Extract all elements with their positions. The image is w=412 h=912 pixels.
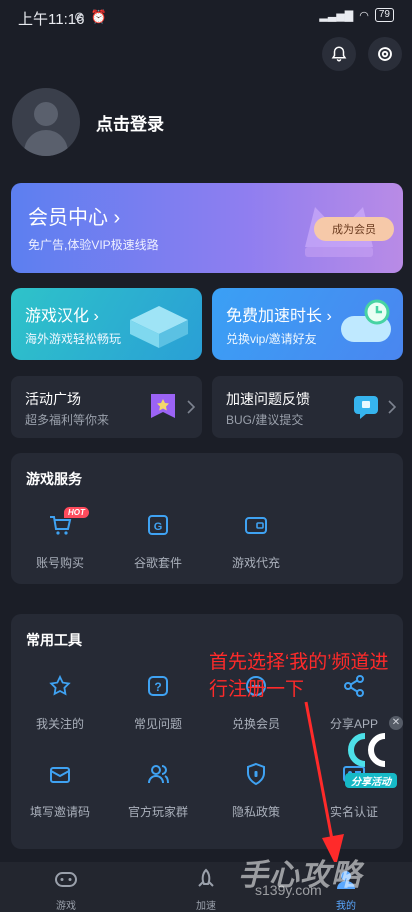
tab-accelerate[interactable]: 加速 — [176, 868, 236, 912]
item-label: 兑换会员 — [231, 717, 280, 731]
vip-title: 会员中心 › — [28, 207, 121, 229]
site-watermark-url: s139y.com — [255, 882, 322, 898]
chevron-right-icon — [388, 400, 396, 414]
following-item[interactable]: 我关注的 — [20, 674, 100, 732]
feedback-chat-icon — [354, 396, 378, 419]
item-label: 账号购买 — [35, 556, 84, 570]
item-label: 游戏代充 — [231, 556, 280, 570]
login-link[interactable]: 点击登录 — [96, 110, 164, 135]
group-icon — [148, 765, 169, 784]
privacy-policy-item[interactable]: 隐私政策 — [216, 762, 296, 820]
share-activity-floating-button[interactable]: 分享活动 — [345, 730, 397, 788]
card-subtitle: BUG/建议提交 — [226, 413, 304, 427]
share-activity-label: 分享活动 — [345, 773, 397, 788]
svg-text:?: ? — [154, 680, 161, 694]
tab-label: 加速 — [196, 901, 216, 912]
status-left-icons: ⊘ ⏰ — [74, 9, 107, 25]
item-label: 隐私政策 — [231, 805, 280, 819]
profile-header[interactable]: 点击登录 — [12, 88, 164, 156]
card-subtitle: 兑换vip/邀请好友 — [226, 332, 317, 346]
platform-cube-icon — [130, 306, 188, 348]
settings-icon — [378, 47, 392, 61]
gamepad-icon — [55, 872, 77, 887]
star-icon — [49, 674, 71, 696]
google-suite-item[interactable]: G 谷歌套件 — [118, 513, 198, 571]
ribbon-badge-icon — [151, 394, 175, 418]
account-purchase-item[interactable]: 账号购买 HOT — [20, 507, 100, 571]
card-subtitle: 海外游戏轻松畅玩 — [25, 332, 122, 346]
bell-icon — [331, 46, 347, 62]
wifi-icon: ◠ — [359, 9, 369, 22]
mute-icon: ⊘ — [74, 9, 85, 24]
item-label: 我关注的 — [35, 717, 84, 731]
invite-icon — [50, 767, 70, 783]
wallet-icon — [245, 517, 267, 534]
card-title: 免费加速时长 › — [226, 308, 332, 325]
section-heading: 常用工具 — [26, 632, 82, 648]
gamepad-clock-icon — [341, 299, 391, 342]
card-subtitle: 超多福利等你来 — [25, 413, 110, 427]
game-recharge-item[interactable]: 游戏代充 — [216, 513, 296, 571]
item-label: 官方玩家群 — [127, 805, 188, 819]
invite-code-item[interactable]: 填写邀请码 — [20, 762, 100, 820]
share-activity-icon — [348, 733, 386, 767]
tab-games[interactable]: 游戏 — [36, 868, 96, 912]
item-label: 常见问题 — [133, 717, 182, 731]
game-services-panel: 游戏服务 账号购买 HOT G 谷歌套件 游戏代充 — [11, 453, 403, 584]
player-group-item[interactable]: 官方玩家群 — [118, 762, 198, 820]
become-member-button[interactable]: 成为会员 — [314, 217, 394, 241]
hot-badge: HOT — [64, 507, 89, 518]
activity-plaza-card[interactable]: 活动广场 超多福利等你来 — [11, 376, 202, 438]
rocket-icon — [198, 868, 214, 887]
tutorial-annotation: 首先选择‘我的’频道进行注册一下 — [209, 652, 389, 700]
notification-button[interactable] — [322, 37, 356, 71]
card-title: 游戏汉化 › — [25, 308, 99, 325]
shield-icon — [247, 762, 265, 786]
feedback-card[interactable]: 加速问题反馈 BUG/建议提交 — [212, 376, 403, 438]
chevron-right-icon — [187, 400, 195, 414]
section-heading: 游戏服务 — [26, 471, 82, 487]
battery-icon: 79 — [374, 8, 394, 22]
alarm-icon: ⏰ — [90, 9, 108, 24]
signal-icon: ▂▃▅▇ — [319, 9, 354, 22]
tab-label: 我的 — [336, 901, 356, 912]
game-localization-card[interactable]: 游戏汉化 › 海外游戏轻松畅玩 — [11, 288, 202, 360]
card-title: 加速问题反馈 — [226, 391, 310, 407]
tab-label: 游戏 — [56, 901, 76, 912]
question-icon: ? — [148, 676, 168, 696]
svg-text:G: G — [154, 521, 163, 533]
google-suite-icon: G — [148, 515, 168, 535]
close-floating-button[interactable]: ✕ — [389, 716, 403, 730]
item-label: 填写邀请码 — [29, 805, 90, 819]
card-title: 活动广场 — [25, 391, 81, 407]
vip-center-card[interactable]: 会员中心 › 免广告,体验VIP极速线路 成为会员 — [11, 183, 403, 273]
faq-item[interactable]: ? 常见问题 — [118, 674, 198, 732]
vip-subtitle: 免广告,体验VIP极速线路 — [28, 238, 159, 252]
free-time-card[interactable]: 免费加速时长 › 兑换vip/邀请好友 — [212, 288, 403, 360]
status-bar: 上午11:16 ⊘ ⏰ ▂▃▅▇ ◠ 79 — [0, 0, 412, 34]
settings-button[interactable] — [368, 37, 402, 71]
status-right-icons: ▂▃▅▇ ◠ 79 — [319, 8, 394, 22]
avatar[interactable] — [12, 88, 80, 156]
item-label: 谷歌套件 — [133, 556, 182, 570]
